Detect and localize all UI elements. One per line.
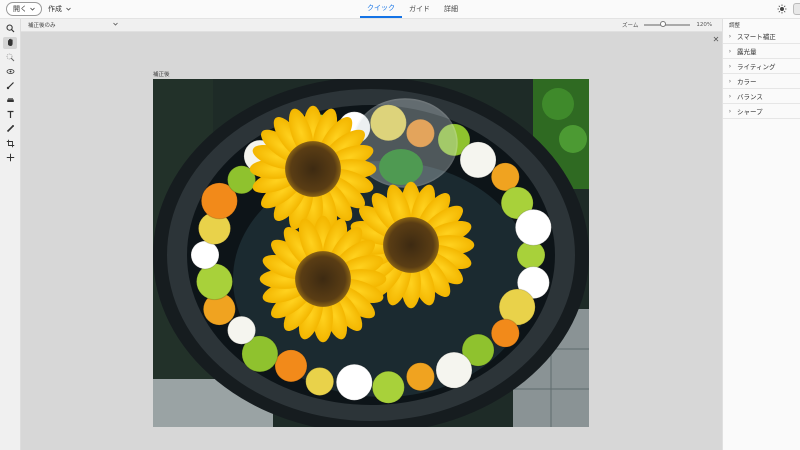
adjustment-label: カラー [737, 78, 757, 86]
zoom-control: ズーム 120% [622, 20, 712, 30]
chevron-right-icon: › [728, 92, 732, 100]
chevron-right-icon: › [728, 107, 732, 115]
flower [371, 370, 405, 404]
adjustment-label: シャープ [737, 108, 763, 116]
view-select[interactable]: 補正後のみ [28, 20, 118, 30]
view-select-value: 補正後のみ [28, 23, 56, 29]
open-label: 開く [13, 5, 27, 13]
sunflower-bowl-image [153, 79, 589, 427]
tab-expert[interactable]: 詳細 [437, 0, 465, 18]
adjustment-smart-fix[interactable]: › スマート補正 [723, 29, 800, 44]
chevron-down-icon [113, 22, 118, 28]
flower [490, 318, 520, 348]
text-icon [6, 110, 15, 121]
crop-icon [6, 139, 15, 150]
zoom-label: ズーム [622, 23, 639, 29]
image-label: 補正後 [153, 72, 170, 78]
top-bar: 開く 作成 クイック ガイド 詳細 [0, 0, 800, 19]
create-menu[interactable]: 作成 [48, 3, 71, 15]
create-label: 作成 [48, 5, 62, 13]
zoom-value: 120% [696, 22, 713, 28]
tab-quick-label: クイック [367, 4, 395, 12]
view-options-bar: 補正後のみ ズーム 120% [0, 19, 722, 32]
adjustment-label: スマート補正 [737, 33, 776, 41]
whiten-teeth-icon [6, 96, 15, 107]
eye-icon [6, 67, 15, 78]
flower [459, 141, 497, 179]
brush-tool-button[interactable] [3, 80, 17, 92]
flower [305, 366, 335, 396]
flower [227, 315, 257, 345]
adjustments-panel: 調整 › スマート補正 › 露光量 › ライティング › カラー › バランス … [722, 19, 800, 450]
adjustment-label: バランス [737, 93, 763, 101]
flower [335, 363, 373, 401]
adjustment-label: 露光量 [737, 48, 757, 56]
flower [274, 349, 308, 383]
quick-select-icon [6, 53, 15, 64]
flower [514, 208, 552, 246]
flower [405, 362, 435, 392]
adjustment-sharpen[interactable]: › シャープ [723, 104, 800, 119]
whiten-teeth-tool-button[interactable] [3, 95, 17, 107]
image-canvas: ✕ 補正後 [21, 32, 722, 450]
move-tool-button[interactable] [3, 152, 17, 164]
zoom-tool-button[interactable] [3, 23, 17, 35]
chevron-down-icon [30, 5, 35, 13]
flower [190, 240, 220, 270]
adjustment-lighting[interactable]: › ライティング [723, 59, 800, 74]
zoom-slider[interactable] [644, 21, 691, 27]
sunflower-photo[interactable] [153, 79, 589, 427]
search-icon [6, 24, 15, 35]
spot-heal-icon [6, 124, 15, 135]
quick-select-tool-button[interactable] [3, 52, 17, 64]
tool-bar [0, 19, 21, 450]
chevron-right-icon: › [728, 62, 732, 70]
adjustment-exposure[interactable]: › 露光量 [723, 44, 800, 59]
tab-guided[interactable]: ガイド [402, 0, 437, 18]
tab-guided-label: ガイド [409, 5, 430, 13]
spot-heal-tool-button[interactable] [3, 123, 17, 135]
close-icon[interactable]: ✕ [711, 34, 721, 44]
crop-tool-button[interactable] [3, 138, 17, 150]
chevron-down-icon [66, 5, 71, 13]
flower [435, 351, 473, 389]
eye-tool-button[interactable] [3, 66, 17, 78]
hand-icon [6, 38, 15, 49]
hand-tool-button[interactable] [3, 37, 17, 49]
open-button[interactable]: 開く [6, 2, 42, 16]
tab-quick[interactable]: クイック [360, 0, 402, 18]
chevron-right-icon: › [728, 47, 732, 55]
settings-sun-icon[interactable] [776, 3, 788, 15]
adjustment-label: ライティング [737, 63, 776, 71]
brush-icon [6, 81, 15, 92]
adjustment-color[interactable]: › カラー [723, 74, 800, 89]
panel-title: 調整 [729, 23, 741, 29]
adjustment-balance[interactable]: › バランス [723, 89, 800, 104]
text-tool-button[interactable] [3, 109, 17, 121]
tab-expert-label: 詳細 [444, 5, 458, 13]
mode-tabs: クイック ガイド 詳細 [360, 0, 465, 18]
move-icon [6, 153, 15, 164]
chevron-right-icon: › [728, 77, 732, 85]
chevron-right-icon: › [728, 32, 732, 40]
panel-toggle-button[interactable] [793, 3, 800, 15]
zoom-slider-thumb[interactable] [659, 21, 666, 27]
